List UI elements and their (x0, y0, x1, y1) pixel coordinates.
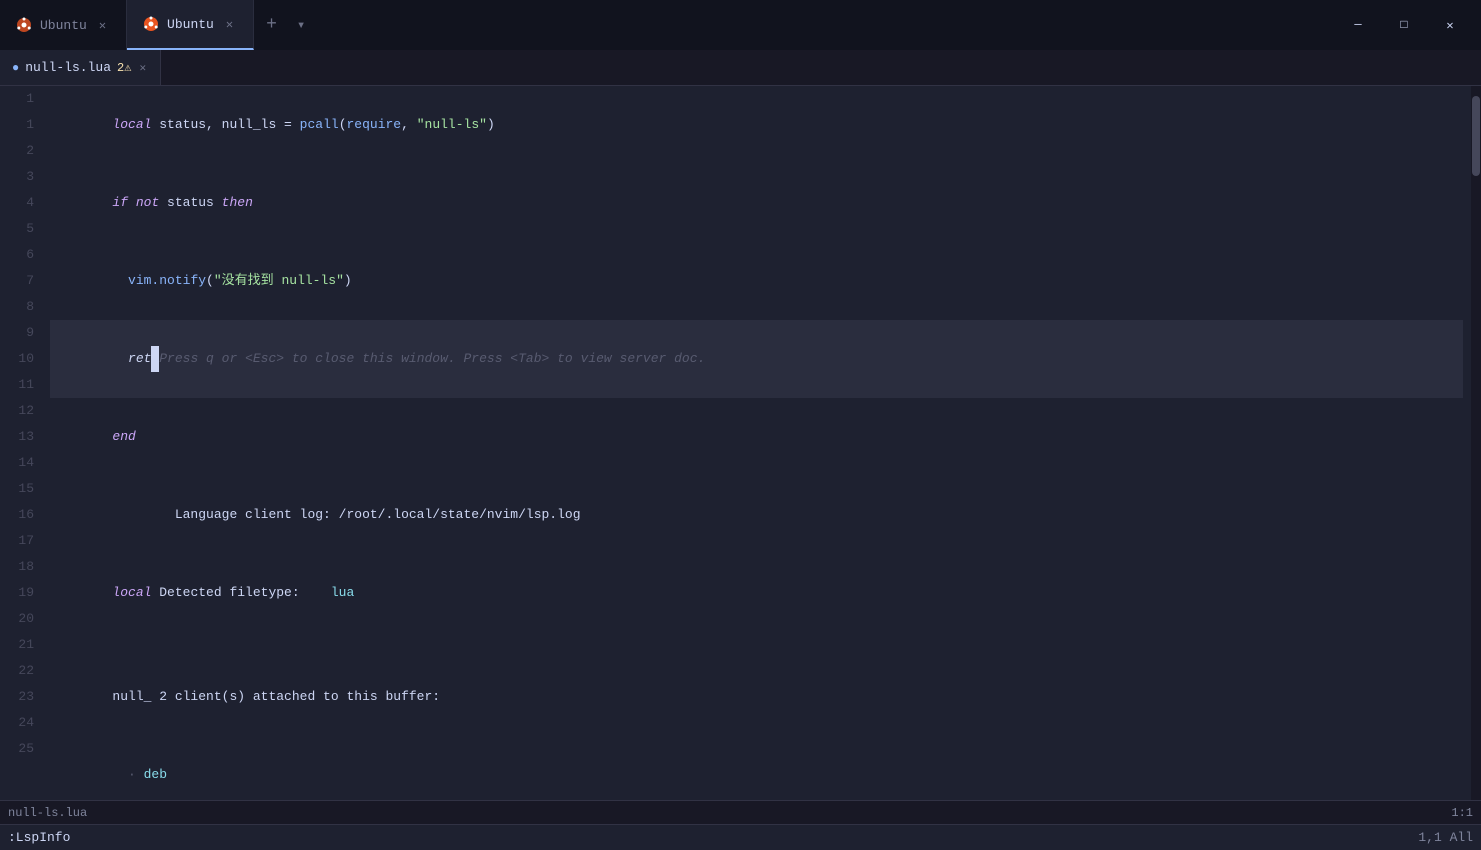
code-line-1: local status, null_ls = pcall(require, "… (50, 86, 1463, 164)
line-num-12: 11 (8, 372, 34, 398)
line-num-3: 2 (8, 138, 34, 164)
line-num-1: 1 (8, 86, 34, 112)
line-num-18: 17 (8, 528, 34, 554)
code-area: 1 1 2 3 4 5 6 7 8 9 10 11 12 13 14 15 16… (0, 86, 1481, 800)
line-num-24: 23 (8, 684, 34, 710)
status-filename: null-ls.lua (8, 806, 87, 820)
title-bar: Ubuntu ✕ Ubuntu ✕ + ▾ ─ □ ✕ (0, 0, 1481, 50)
status-position: 1:1 (1451, 806, 1473, 820)
line-num-9: 8 (8, 294, 34, 320)
code-line-3: vim.notify("没有找到 null-ls") (50, 242, 1463, 320)
ubuntu-icon-1 (16, 17, 32, 33)
line-num-25: 24 (8, 710, 34, 736)
tab-close-2[interactable]: ✕ (222, 15, 237, 34)
code-line-4-popup: ret Press q or <Esc> to close this windo… (50, 320, 1463, 398)
code-line-10: · deb (50, 736, 1463, 800)
line-numbers: 1 1 2 3 4 5 6 7 8 9 10 11 12 13 14 15 16… (0, 86, 42, 800)
file-tab-bar: ● null-ls.lua 2⚠ ✕ (0, 50, 1481, 86)
tab-area: Ubuntu ✕ Ubuntu ✕ + ▾ (0, 0, 1327, 50)
line-num-2: 1 (8, 112, 34, 138)
editor-container: ● null-ls.lua 2⚠ ✕ 1 1 2 3 4 5 6 7 8 9 1… (0, 50, 1481, 850)
line-num-22: 21 (8, 632, 34, 658)
ubuntu-icon-2 (143, 16, 159, 32)
line-num-16: 15 (8, 476, 34, 502)
line-num-14: 13 (8, 424, 34, 450)
line-num-13: 12 (8, 398, 34, 424)
scrollbar[interactable] (1471, 86, 1481, 800)
all-label: All (1450, 830, 1473, 845)
command-text: :LspInfo (8, 830, 70, 845)
window-controls: ─ □ ✕ (1327, 0, 1481, 50)
line-num-5: 4 (8, 190, 34, 216)
code-line-8 (50, 632, 1463, 658)
tab-dropdown-button[interactable]: ▾ (289, 0, 313, 50)
line-num-8: 7 (8, 268, 34, 294)
tab-label-2: Ubuntu (167, 17, 214, 32)
line-num-11: 10 (8, 346, 34, 372)
line-num-17: 16 (8, 502, 34, 528)
line-num-15: 14 (8, 450, 34, 476)
code-content[interactable]: local status, null_ls = pcall(require, "… (42, 86, 1471, 800)
tab-ubuntu-1[interactable]: Ubuntu ✕ (0, 0, 127, 50)
maximize-button[interactable]: □ (1381, 0, 1427, 50)
code-line-5: end (50, 398, 1463, 476)
line-num-10: 9 (8, 320, 34, 346)
code-line-7: local Detected filetype: lua (50, 554, 1463, 632)
status-left: null-ls.lua (8, 806, 87, 820)
kw-local-1: local (112, 117, 151, 132)
line-num-20: 19 (8, 580, 34, 606)
code-line-2: if not status then (50, 164, 1463, 242)
line-num-19: 18 (8, 554, 34, 580)
tab-label-1: Ubuntu (40, 18, 87, 33)
line-num-23: 22 (8, 658, 34, 684)
line-num-4: 3 (8, 164, 34, 190)
status-bar: null-ls.lua 1:1 (0, 800, 1481, 824)
command-position: 1,1 All (1418, 830, 1473, 845)
line-num-6: 5 (8, 216, 34, 242)
lua-file-icon: ● (12, 61, 19, 75)
scrollbar-thumb (1472, 96, 1480, 176)
command-line[interactable]: :LspInfo 1,1 All (0, 824, 1481, 850)
tab-ubuntu-2[interactable]: Ubuntu ✕ (127, 0, 254, 50)
minimize-button[interactable]: ─ (1335, 0, 1381, 50)
tab-add-button[interactable]: + (254, 0, 289, 50)
file-tab-null-ls[interactable]: ● null-ls.lua 2⚠ ✕ (0, 50, 161, 85)
code-line-6: Language client log: /root/.local/state/… (50, 476, 1463, 554)
tab-close-1[interactable]: ✕ (95, 16, 110, 35)
line-num-21: 20 (8, 606, 34, 632)
warning-badge: 2⚠ (117, 60, 131, 75)
status-right: 1:1 (1451, 806, 1473, 820)
line-num-26: 25 (8, 736, 34, 762)
code-line-9: null_ 2 client(s) attached to this buffe… (50, 658, 1463, 736)
close-button[interactable]: ✕ (1427, 0, 1473, 50)
line-num-7: 6 (8, 242, 34, 268)
file-tab-close[interactable]: ✕ (137, 59, 148, 77)
file-tab-name: null-ls.lua (25, 60, 111, 75)
